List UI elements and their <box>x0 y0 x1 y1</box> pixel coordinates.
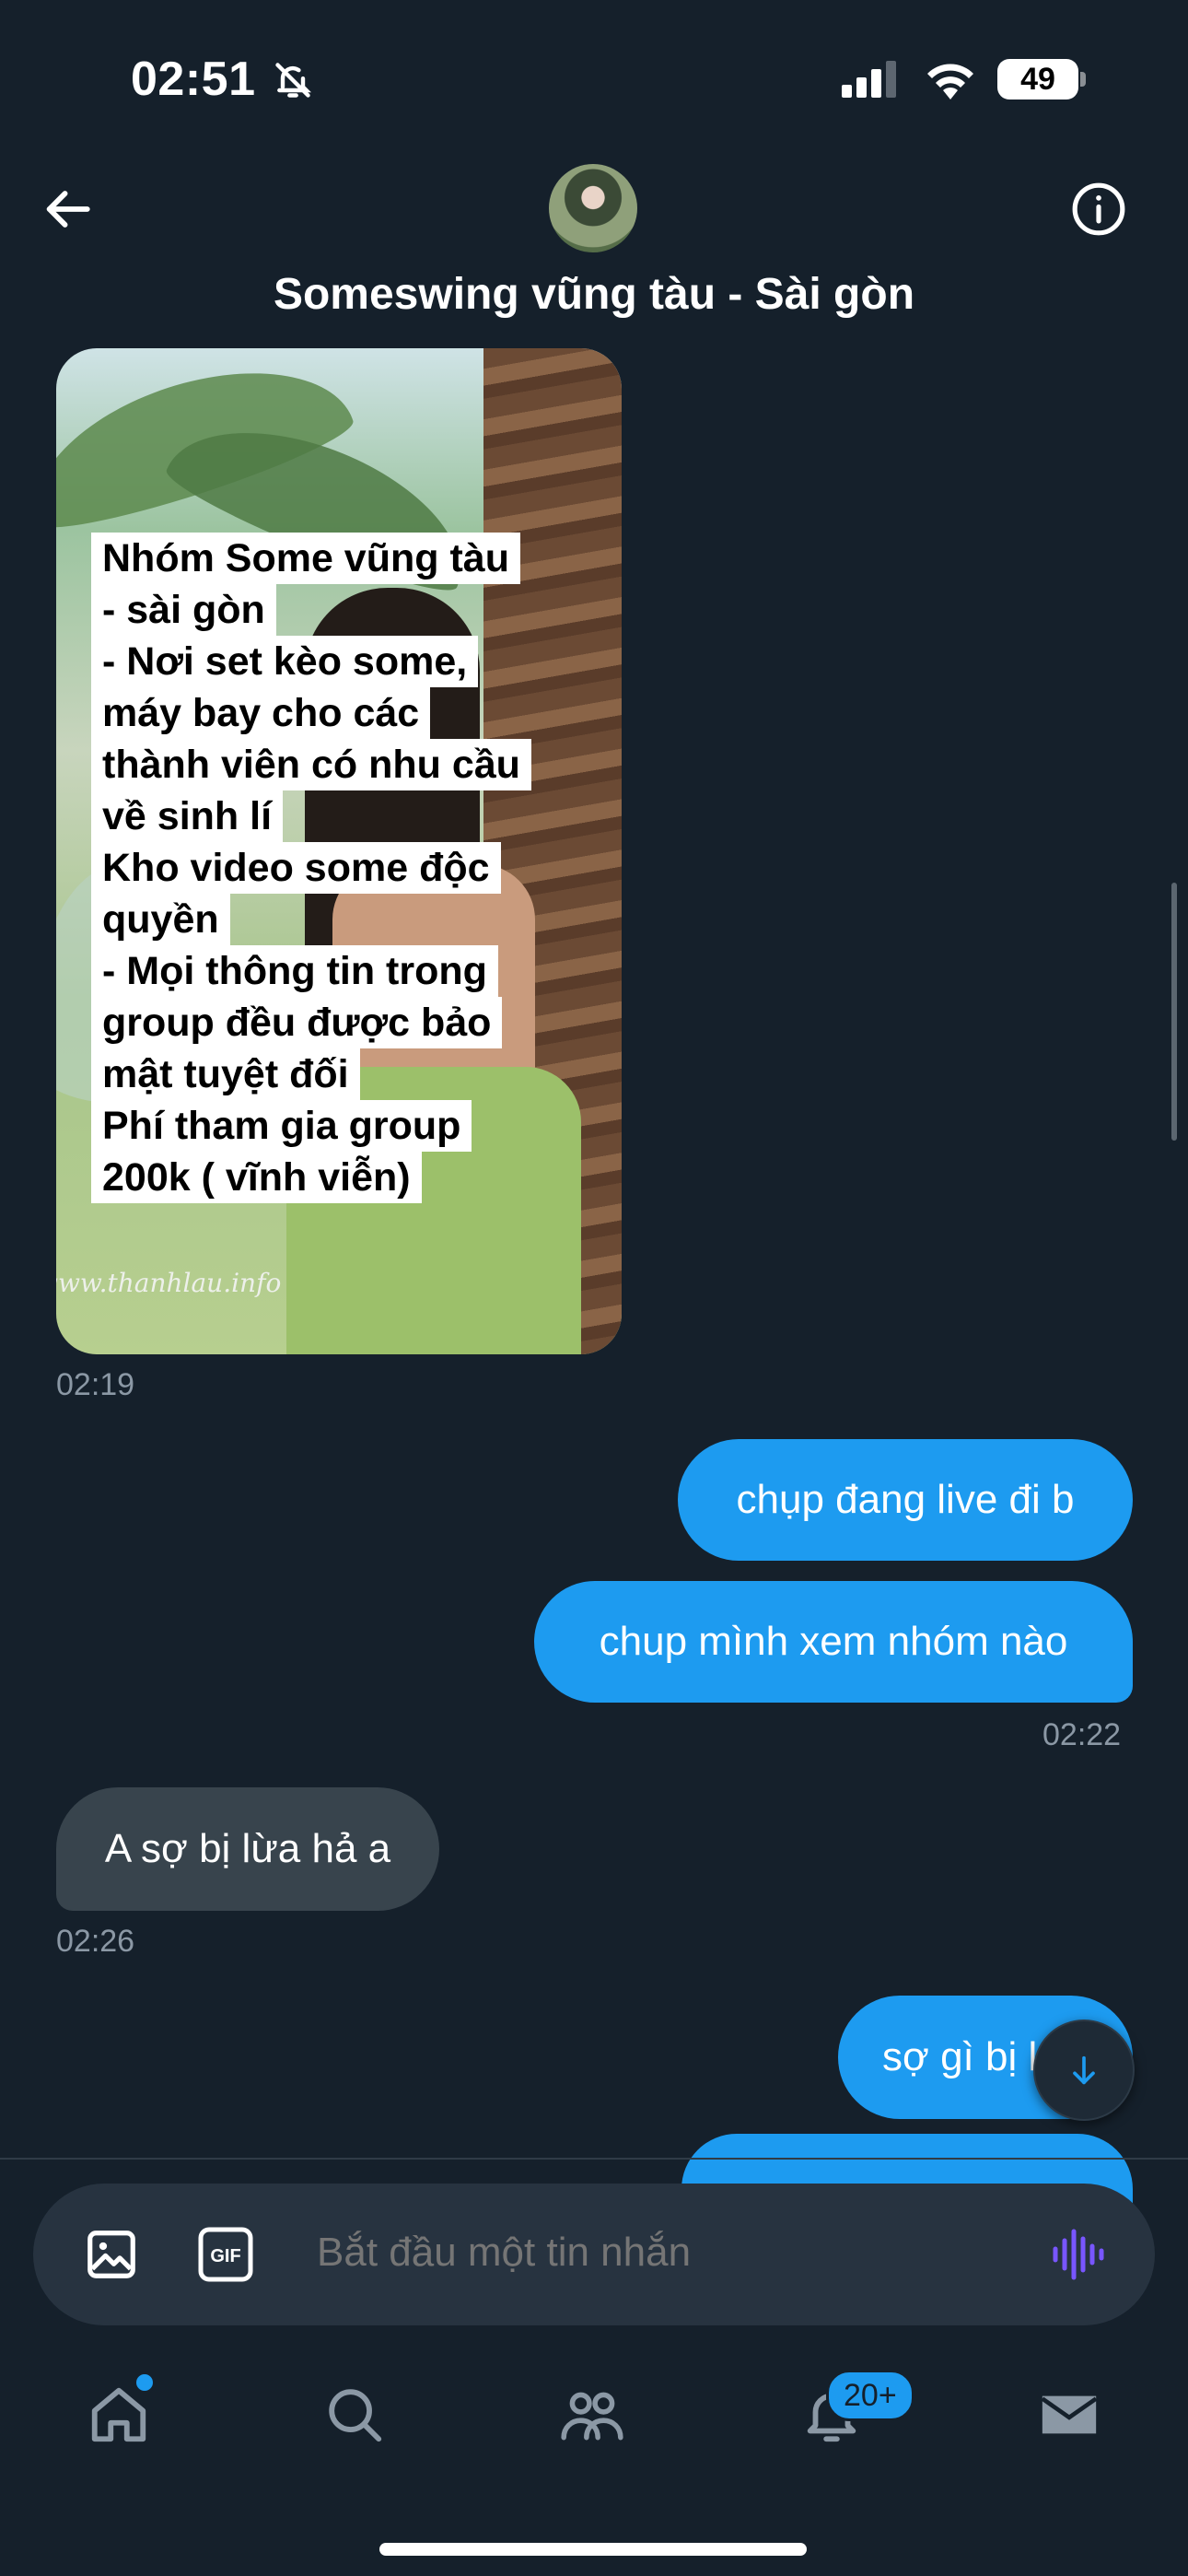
info-icon[interactable] <box>1070 181 1127 238</box>
scroll-to-bottom-button[interactable] <box>1033 2020 1135 2121</box>
outgoing-message[interactable]: chụp đang live đi b <box>678 1439 1133 1561</box>
caption-line: group đều được bảo <box>91 997 503 1048</box>
home-notification-dot <box>134 2371 156 2394</box>
home-indicator <box>379 2543 807 2556</box>
message-timestamp: 02:26 <box>56 1924 135 1959</box>
caption-line: - sài gòn <box>91 584 276 636</box>
caption-line: - Nơi set kèo some, <box>91 636 479 687</box>
caption-line: thành viên có nhu cầu <box>91 739 531 790</box>
back-arrow-icon[interactable] <box>41 182 94 236</box>
message-input[interactable] <box>317 2230 961 2276</box>
search-icon[interactable] <box>319 2379 390 2451</box>
caption-line: Nhóm Some vũng tàu <box>91 533 520 584</box>
wifi-icon <box>925 59 976 100</box>
communities-icon[interactable] <box>556 2379 628 2451</box>
voice-message-icon[interactable] <box>1050 2226 1107 2283</box>
caption-line: về sinh lí <box>91 790 284 842</box>
image-message[interactable]: Nhóm Some vũng tàu - sài gòn - Nơi set k… <box>56 348 622 1354</box>
bell-muted-icon <box>273 59 313 101</box>
composer-divider <box>0 2158 1188 2160</box>
avatar[interactable] <box>549 164 637 252</box>
status-time: 02:51 <box>131 53 256 106</box>
incoming-message[interactable]: A sợ bị lừa hả a <box>56 1787 439 1911</box>
message-timestamp: 02:19 <box>56 1367 135 1402</box>
message-timestamp: 02:22 <box>1042 1717 1122 1752</box>
battery-cap <box>1080 72 1086 87</box>
caption-line: máy bay cho các <box>91 687 431 739</box>
caption-line: mật tuyệt đối <box>91 1048 360 1100</box>
image-watermark: www.thanhlau.info <box>56 1268 282 1298</box>
notifications-badge: 20+ <box>826 2370 914 2421</box>
gif-label: GIF <box>210 2246 240 2266</box>
caption-line: - Mọi thông tin trong <box>91 945 498 997</box>
messages-envelope-icon[interactable] <box>1033 2379 1105 2451</box>
scrollbar[interactable] <box>1171 883 1177 1141</box>
caption-line: 200k ( vĩnh viễn) <box>91 1152 422 1203</box>
caption-line: Phí tham gia group <box>91 1100 472 1152</box>
outgoing-message[interactable]: chup mình xem nhóm nào <box>534 1581 1133 1703</box>
battery-indicator: 49 <box>997 59 1078 100</box>
signal-icon <box>842 61 899 98</box>
caption-line: Kho video some độc <box>91 842 501 894</box>
arrow-down-icon <box>1073 2055 1095 2085</box>
image-caption-text: Nhóm Some vũng tàu - sài gòn - Nơi set k… <box>91 533 607 1203</box>
caption-line: quyền <box>91 894 230 945</box>
image-icon[interactable] <box>83 2226 140 2283</box>
gif-icon[interactable]: GIF <box>197 2226 254 2283</box>
conversation-title[interactable]: Someswing vũng tàu - Sài gòn <box>0 269 1188 320</box>
